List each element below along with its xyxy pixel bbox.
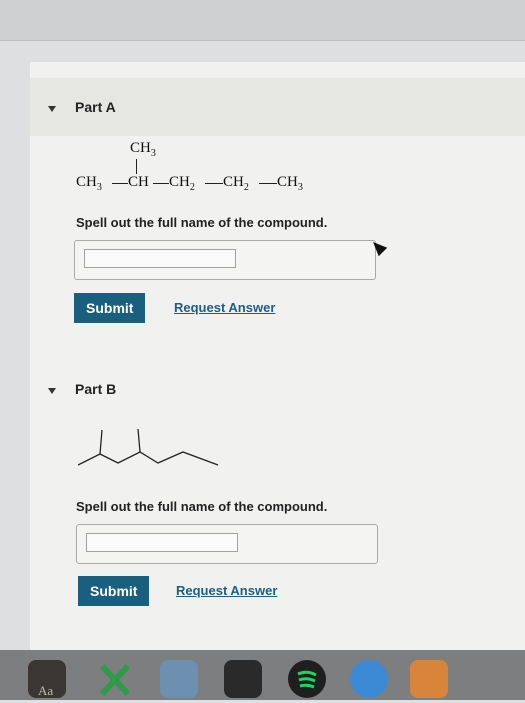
bond-1 xyxy=(112,183,128,184)
spotify-waves-icon xyxy=(297,670,317,689)
bond-2 xyxy=(153,183,169,184)
browser-toolbar xyxy=(0,0,525,41)
formula-c2: CH xyxy=(128,174,149,190)
dictionary-icon-label: Aa xyxy=(38,683,54,698)
spotify-icon[interactable] xyxy=(288,660,326,698)
excel-icon[interactable] xyxy=(96,660,134,698)
part-b-request-answer-link[interactable]: Request Answer xyxy=(176,583,277,598)
excel-x-icon xyxy=(99,663,131,697)
formula-branch: CH3 xyxy=(130,140,156,159)
preview-icon[interactable] xyxy=(160,660,198,698)
dock: Aa xyxy=(0,650,525,700)
part-a-header[interactable]: Part A xyxy=(30,78,525,136)
skeletal-structure xyxy=(78,428,219,466)
formula-c1: CH3 xyxy=(76,174,102,193)
skeletal-branch-1 xyxy=(99,429,103,455)
bond-3 xyxy=(205,183,223,184)
collapse-caret-icon[interactable] xyxy=(48,388,56,394)
formula-c3: CH2 xyxy=(169,174,195,193)
notes-app-icon[interactable] xyxy=(410,660,448,698)
formula-c4: CH2 xyxy=(223,174,249,193)
vertical-bond xyxy=(136,159,137,174)
part-b-answer-area xyxy=(76,524,378,564)
skeletal-chain xyxy=(78,451,219,466)
part-b-prompt: Spell out the full name of the compound. xyxy=(76,499,328,514)
part-a-answer-input[interactable] xyxy=(84,249,236,268)
part-a-answer-area xyxy=(74,240,376,280)
skeletal-branch-2 xyxy=(137,428,141,453)
part-a-request-answer-link[interactable]: Request Answer xyxy=(174,300,275,315)
part-b-answer-input[interactable] xyxy=(86,533,238,552)
bond-4 xyxy=(259,183,277,184)
app-store-icon[interactable] xyxy=(350,660,388,698)
activity-monitor-icon[interactable] xyxy=(224,660,262,698)
part-b-submit-button[interactable]: Submit xyxy=(78,576,150,606)
part-a-prompt: Spell out the full name of the compound. xyxy=(76,215,328,230)
part-a-title: Part A xyxy=(75,99,116,115)
part-b-title: Part B xyxy=(75,381,117,397)
part-b-header[interactable]: Part B xyxy=(30,360,525,418)
formula-c5: CH3 xyxy=(277,174,303,193)
problem-page: Part A CH3 CH3 CH CH2 CH2 CH3 Spell out … xyxy=(30,62,525,652)
collapse-caret-icon[interactable] xyxy=(48,106,56,112)
part-a-submit-button[interactable]: Submit xyxy=(74,293,146,323)
